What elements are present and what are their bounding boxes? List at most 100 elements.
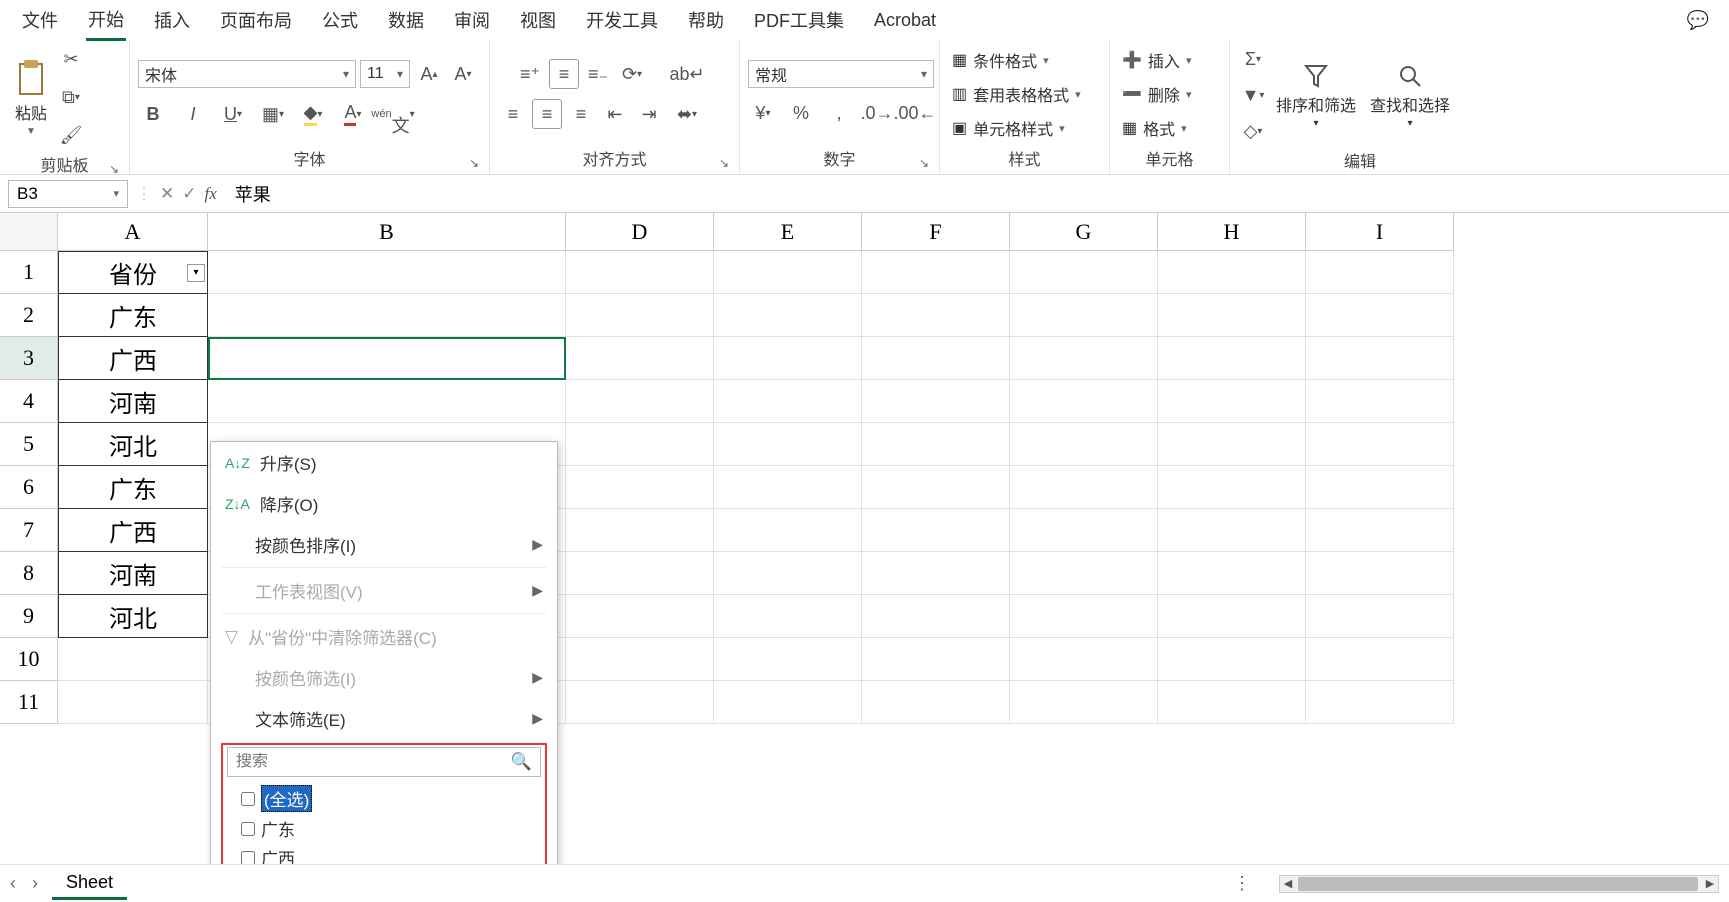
cell[interactable] xyxy=(1010,380,1158,423)
align-bottom-icon[interactable]: ≡₋ xyxy=(583,59,613,89)
tab-data[interactable]: 数据 xyxy=(386,1,426,39)
cell[interactable]: 省份▾ xyxy=(58,251,208,294)
row-header[interactable]: 10 xyxy=(0,638,58,681)
number-launcher[interactable]: ↘ xyxy=(919,156,929,170)
cell[interactable] xyxy=(714,423,862,466)
italic-icon[interactable]: I xyxy=(178,99,208,129)
filter-search-input[interactable] xyxy=(236,753,511,771)
cut-icon[interactable]: ✂ xyxy=(56,44,86,74)
table-format-button[interactable]: ▥套用表格格式▾ xyxy=(948,80,1085,108)
cell[interactable] xyxy=(1010,466,1158,509)
cell[interactable] xyxy=(566,251,714,294)
decimal-increase-icon[interactable]: .0→ xyxy=(862,98,892,128)
indent-decrease-icon[interactable]: ⇤ xyxy=(600,99,630,129)
cell[interactable]: 河北 xyxy=(58,423,208,466)
cell[interactable] xyxy=(1010,337,1158,380)
cell[interactable] xyxy=(1158,337,1306,380)
cell[interactable] xyxy=(714,466,862,509)
cell[interactable] xyxy=(1158,294,1306,337)
cell[interactable] xyxy=(1306,552,1454,595)
align-left-icon[interactable]: ≡ xyxy=(498,99,528,129)
cell[interactable] xyxy=(208,337,566,380)
find-select-button[interactable]: 查找和选择▾ xyxy=(1364,60,1456,131)
tab-acrobat[interactable]: Acrobat xyxy=(872,4,938,37)
cell[interactable] xyxy=(1306,509,1454,552)
currency-icon[interactable]: ¥▾ xyxy=(748,98,778,128)
cell[interactable] xyxy=(566,337,714,380)
cell[interactable] xyxy=(1158,466,1306,509)
cell[interactable] xyxy=(1158,595,1306,638)
bold-icon[interactable]: B xyxy=(138,99,168,129)
row-header[interactable]: 8 xyxy=(0,552,58,595)
cell[interactable] xyxy=(1010,509,1158,552)
filter-item[interactable]: 广西 xyxy=(241,843,533,864)
name-box[interactable]: B3▾ xyxy=(8,180,128,208)
cell[interactable] xyxy=(714,595,862,638)
cell[interactable] xyxy=(1010,294,1158,337)
row-header[interactable]: 7 xyxy=(0,509,58,552)
tab-review[interactable]: 审阅 xyxy=(452,1,492,39)
cell[interactable]: 广西 xyxy=(58,509,208,552)
horizontal-scrollbar[interactable]: ◀ ▶ xyxy=(1279,875,1719,893)
cell[interactable] xyxy=(1158,509,1306,552)
cell[interactable] xyxy=(566,466,714,509)
cell[interactable] xyxy=(1158,552,1306,595)
tab-devtools[interactable]: 开发工具 xyxy=(584,1,660,39)
percent-icon[interactable]: % xyxy=(786,98,816,128)
sheet-tab[interactable]: Sheet xyxy=(52,868,127,900)
cell[interactable] xyxy=(862,595,1010,638)
cell[interactable] xyxy=(862,638,1010,681)
align-launcher[interactable]: ↘ xyxy=(719,156,729,170)
row-header[interactable]: 11 xyxy=(0,681,58,724)
cell[interactable] xyxy=(862,251,1010,294)
increase-font-icon[interactable]: A▴ xyxy=(414,59,444,89)
cell[interactable]: 河南 xyxy=(58,552,208,595)
sheet-prev-icon[interactable]: ‹ xyxy=(10,873,16,894)
cell[interactable] xyxy=(714,380,862,423)
filter-search-box[interactable]: 🔍 xyxy=(227,747,541,777)
text-filter-item[interactable]: 文本筛选(E)▶ xyxy=(211,698,557,739)
align-center-icon[interactable]: ≡ xyxy=(532,99,562,129)
align-right-icon[interactable]: ≡ xyxy=(566,99,596,129)
filter-select-all[interactable]: (全选) xyxy=(241,783,533,814)
copy-icon[interactable]: ⧉▾ xyxy=(56,82,86,112)
cell[interactable] xyxy=(714,294,862,337)
cell[interactable] xyxy=(58,638,208,681)
clear-icon[interactable]: ◇▾ xyxy=(1238,116,1268,146)
fill-color-icon[interactable]: ◆▾ xyxy=(298,99,328,129)
col-header-I[interactable]: I xyxy=(1306,213,1454,251)
col-header-H[interactable]: H xyxy=(1158,213,1306,251)
cancel-formula-icon[interactable]: ✕ xyxy=(160,184,174,204)
tab-layout[interactable]: 页面布局 xyxy=(218,1,294,39)
clipboard-launcher[interactable]: ↘ xyxy=(109,162,119,176)
cell[interactable]: 河南 xyxy=(58,380,208,423)
cell[interactable] xyxy=(58,681,208,724)
phonetic-icon[interactable]: wén文▾ xyxy=(378,99,408,129)
cell[interactable] xyxy=(1158,380,1306,423)
cell[interactable] xyxy=(714,681,862,724)
cell[interactable] xyxy=(1158,681,1306,724)
column-filter-button[interactable]: ▾ xyxy=(187,264,205,282)
formula-input[interactable]: 苹果 xyxy=(225,181,1721,207)
cell[interactable] xyxy=(714,638,862,681)
cell[interactable] xyxy=(566,423,714,466)
cell[interactable] xyxy=(714,251,862,294)
cell[interactable] xyxy=(1158,638,1306,681)
cell[interactable] xyxy=(208,294,566,337)
row-header[interactable]: 9 xyxy=(0,595,58,638)
cell[interactable] xyxy=(862,423,1010,466)
decrease-font-icon[interactable]: A▾ xyxy=(448,59,478,89)
col-header-D[interactable]: D xyxy=(566,213,714,251)
cell[interactable] xyxy=(1158,251,1306,294)
tab-home[interactable]: 开始 xyxy=(86,0,126,41)
cell[interactable] xyxy=(862,552,1010,595)
cell[interactable] xyxy=(1010,423,1158,466)
fx-icon[interactable]: fx xyxy=(205,184,217,204)
row-header[interactable]: 1 xyxy=(0,251,58,294)
tab-pdf[interactable]: PDF工具集 xyxy=(752,1,846,39)
cell[interactable] xyxy=(1010,251,1158,294)
cell[interactable] xyxy=(1010,595,1158,638)
align-middle-icon[interactable]: ≡ xyxy=(549,59,579,89)
cell[interactable] xyxy=(566,638,714,681)
cell[interactable] xyxy=(566,294,714,337)
